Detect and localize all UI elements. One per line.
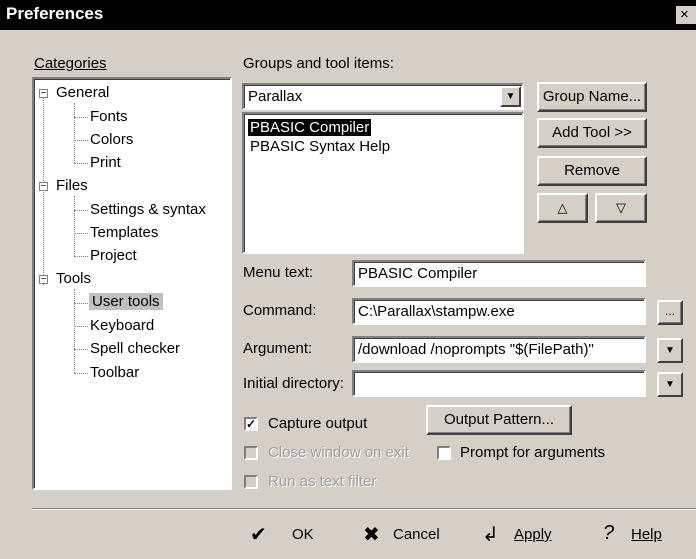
tree-item-keyboard[interactable]: Keyboard [90, 317, 154, 334]
remove-button[interactable]: Remove [537, 156, 647, 186]
categories-label-text: Categories [34, 55, 107, 72]
menu-text-field[interactable]: PBASIC Compiler [352, 260, 646, 287]
argument-dropdown-icon[interactable]: ▼ [657, 338, 683, 363]
tool-items-list[interactable]: PBASIC Compiler PBASIC Syntax Help [242, 112, 524, 254]
initial-directory-field[interactable] [352, 370, 646, 397]
initial-directory-label: Initial directory: [243, 375, 344, 392]
capture-output-checkbox[interactable]: ✓ [244, 417, 258, 431]
prompt-arguments-checkbox[interactable] [437, 446, 451, 460]
tree-item-fonts[interactable]: Fonts [90, 108, 128, 125]
groups-label: Groups and tool items: [243, 55, 394, 72]
ok-label: OK [292, 526, 314, 543]
tree-item-colors[interactable]: Colors [90, 131, 133, 148]
question-icon: ? [603, 522, 615, 544]
categories-tree[interactable]: − General Fonts Colors Print − Files Set… [32, 77, 232, 490]
list-item-pbasic-syntax-help[interactable]: PBASIC Syntax Help [250, 138, 390, 155]
argument-field[interactable]: /download /noprompts "$(FilePath)" [352, 336, 646, 363]
prompt-arguments-label: Prompt for arguments [460, 444, 606, 461]
move-down-button[interactable]: ▽ [595, 193, 647, 223]
command-label: Command: [243, 302, 317, 319]
browse-button[interactable]: ... [657, 300, 683, 325]
group-select[interactable]: Parallax [242, 83, 524, 110]
chevron-down-icon[interactable]: ▼ [500, 86, 521, 107]
list-item-pbasic-compiler[interactable]: PBASIC Compiler [248, 119, 372, 136]
run-text-filter-label: Run as text filter [268, 473, 377, 490]
group-select-value: Parallax [248, 88, 303, 105]
categories-label: Categories [34, 55, 107, 72]
argument-label: Argument: [243, 340, 313, 357]
add-tool-button[interactable]: Add Tool >> [537, 118, 647, 148]
apply-label: Apply [514, 526, 552, 543]
general-expander-icon[interactable]: − [39, 89, 48, 99]
title-bar: Preferences × [0, 0, 696, 30]
tree-item-files[interactable]: Files [56, 177, 88, 194]
apply-arrow-icon: ↲ [482, 524, 499, 546]
x-icon: ✖ [363, 524, 380, 546]
tree-item-project[interactable]: Project [90, 247, 137, 264]
move-up-button[interactable]: △ [537, 193, 588, 223]
tree-item-print[interactable]: Print [90, 154, 121, 171]
files-expander-icon[interactable]: − [39, 182, 48, 192]
group-name-button[interactable]: Group Name... [537, 82, 647, 112]
capture-output-label: Capture output [268, 415, 368, 432]
run-text-filter-checkbox[interactable] [244, 475, 258, 489]
tree-item-general[interactable]: General [56, 84, 109, 101]
initial-directory-dropdown-icon[interactable]: ▼ [657, 372, 683, 397]
tree-item-toolbar[interactable]: Toolbar [90, 364, 139, 381]
tree-item-settings-syntax[interactable]: Settings & syntax [90, 201, 206, 218]
tree-item-user-tools[interactable]: User tools [89, 293, 163, 310]
footer-divider [32, 508, 696, 510]
tree-item-tools[interactable]: Tools [56, 270, 91, 287]
menu-text-label: Menu text: [243, 264, 314, 281]
help-label: Help [631, 526, 662, 543]
tools-expander-icon[interactable]: − [39, 275, 48, 285]
tree-item-spell-checker[interactable]: Spell checker [90, 340, 180, 357]
command-field[interactable]: C:\Parallax\stampw.exe [352, 298, 646, 325]
close-window-checkbox[interactable] [244, 446, 258, 460]
output-pattern-button[interactable]: Output Pattern... [426, 405, 572, 435]
close-window-label: Close window on exit [268, 444, 409, 461]
tree-item-templates[interactable]: Templates [90, 224, 158, 241]
window-title: Preferences [6, 4, 104, 23]
cancel-label: Cancel [393, 526, 440, 543]
check-icon: ✔ [250, 524, 267, 546]
close-button[interactable]: × [676, 6, 696, 24]
